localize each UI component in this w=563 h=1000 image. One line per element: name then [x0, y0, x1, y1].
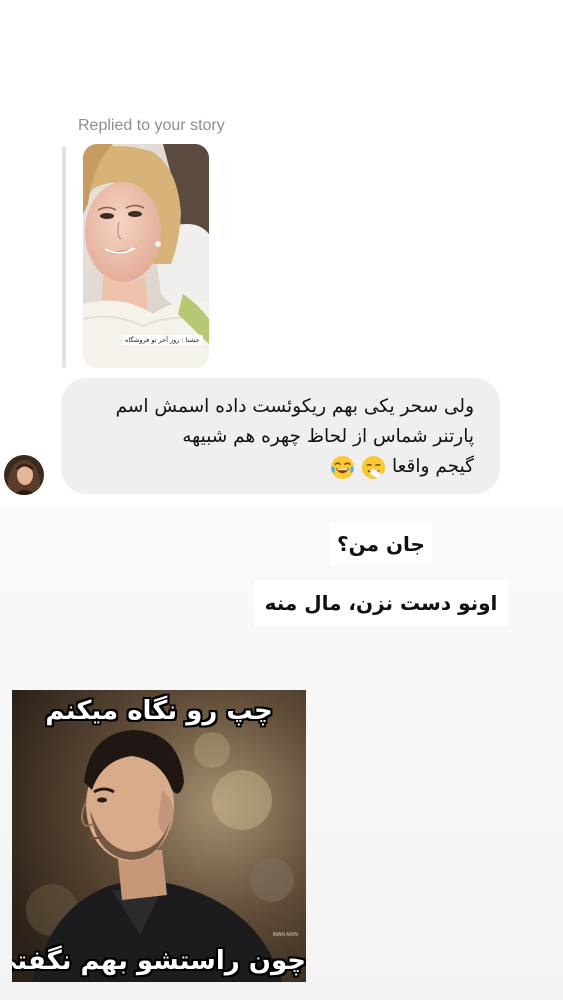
text-sticker-2: اونو دست نزن، مال منه [254, 580, 508, 626]
message-line-3-text: گیجم واقعا [391, 456, 474, 477]
avatar-photo [4, 455, 44, 495]
meme-top-caption: چپ رو نگاه میکنم [45, 696, 273, 726]
meme-bottom-caption: چون راستشو بهم نگفتی [12, 946, 306, 976]
sender-avatar[interactable] [4, 455, 44, 495]
story-caption: جشنا : روز آخر تو فروشگاه [122, 335, 203, 345]
reply-indicator-bar [62, 146, 66, 368]
meme-credit: IMAN ARIN [272, 932, 298, 938]
replied-to-story-label: Replied to your story [78, 117, 225, 134]
meme-photo [12, 690, 306, 982]
story-thumbnail[interactable]: جشنا : روز آخر تو فروشگاه [83, 144, 209, 368]
message-bubble[interactable]: ولی سحر یکی بهم ریکوئست داده اسمش اسم پا… [61, 378, 500, 494]
text-sticker-1: جان من؟ [330, 523, 432, 565]
message-line-2: پارتنر شماس از لحاظ چهره هم شبیهه [182, 426, 474, 447]
tears-of-joy-emoji [331, 455, 355, 479]
sneezing-face-emoji [362, 455, 386, 479]
message-line-3: گیجم واقعا [79, 452, 474, 482]
message-line-1: ولی سحر یکی بهم ریکوئست داده اسمش اسم [115, 396, 474, 417]
meme-image[interactable]: چپ رو نگاه میکنم IMAN ARIN چون راستشو به… [12, 690, 306, 982]
chat-screen: Replied to your story جشنا: روز آخر تو … [0, 0, 563, 1000]
